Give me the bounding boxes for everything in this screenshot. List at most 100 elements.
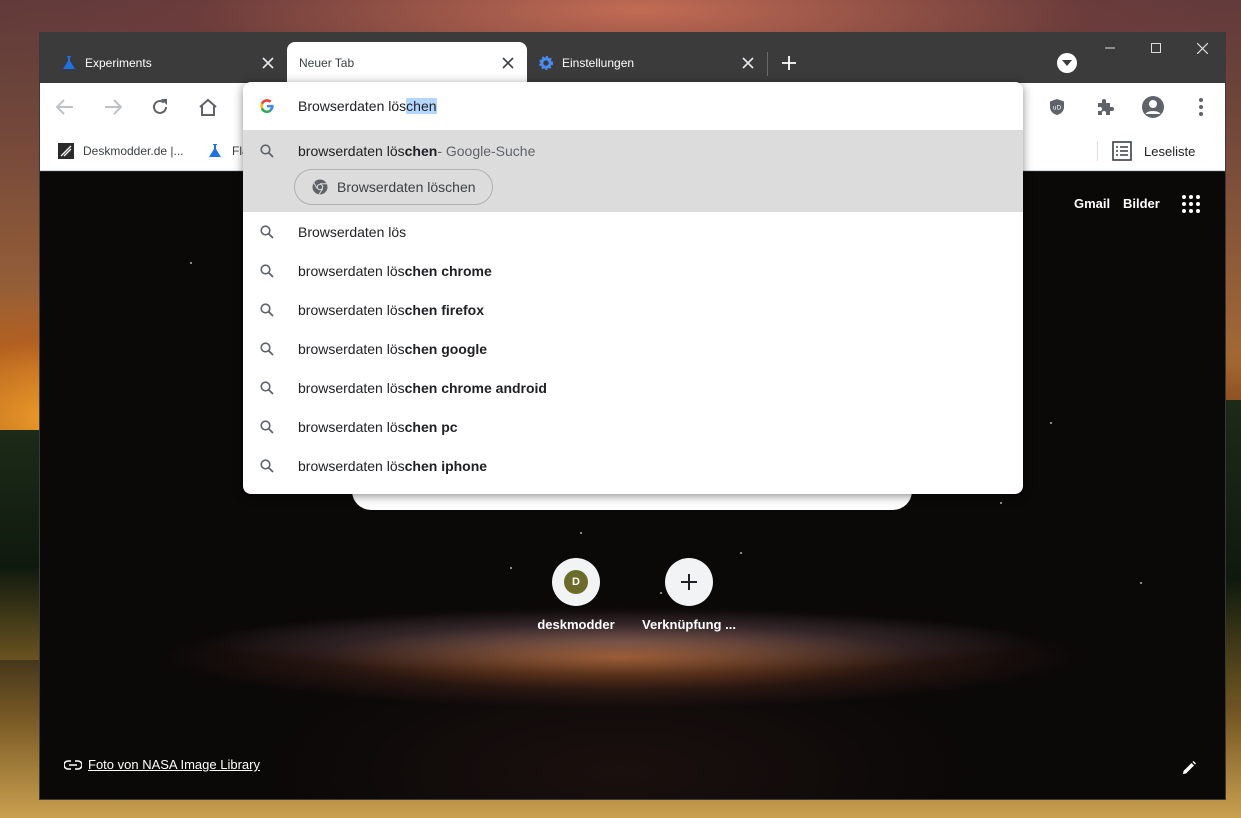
more-vert-icon <box>1199 98 1203 116</box>
plus-icon <box>665 558 713 606</box>
typed-text: Browserdaten lös <box>298 98 407 114</box>
chevron-down-icon <box>1062 60 1072 66</box>
suggestion-text: Browserdaten lös <box>298 223 407 240</box>
suggestion-text: browserdaten lös <box>298 301 405 318</box>
apps-grid-icon <box>1182 195 1200 213</box>
omnibox-input[interactable]: Browserdaten löschen <box>243 82 1023 130</box>
tab-strip: Experiments Neuer Tab Einstellungen <box>40 33 1225 83</box>
shortcut-icon: D <box>552 558 600 606</box>
account-icon <box>1142 96 1164 118</box>
deskmodder-icon <box>58 143 74 159</box>
maximize-button[interactable] <box>1141 39 1171 57</box>
search-icon <box>259 341 275 357</box>
suggestion-text: browserdaten lös <box>298 262 405 279</box>
tab-search-button[interactable] <box>1057 53 1077 73</box>
google-apps-button[interactable] <box>1181 194 1201 214</box>
suggestion-row[interactable]: browserdaten lös chen pc <box>243 407 1023 446</box>
arrow-right-icon <box>105 99 122 115</box>
search-icon <box>259 263 275 279</box>
link-icon <box>64 759 82 770</box>
bookmark-label: Deskmodder.de |... <box>83 144 184 158</box>
images-link[interactable]: Bilder <box>1123 196 1160 211</box>
forward-button[interactable] <box>101 95 125 119</box>
svg-text:uD: uD <box>1053 105 1062 112</box>
suggestion-row[interactable]: browserdaten lös chen google <box>243 329 1023 368</box>
tab-new-tab[interactable]: Neuer Tab <box>287 42 527 83</box>
back-button[interactable] <box>53 95 77 119</box>
minimize-button[interactable] <box>1095 39 1125 57</box>
suggestion-row[interactable]: Browserdaten lös <box>243 212 1023 251</box>
search-icon <box>259 143 275 159</box>
background-trees-left <box>0 430 40 660</box>
tab-title: Experiments <box>85 55 152 70</box>
suggestion-row[interactable]: browserdaten lös chen iphone <box>243 446 1023 485</box>
autocomplete-selection: chen <box>406 98 437 114</box>
star <box>1050 422 1052 424</box>
omnibox-text: Browserdaten löschen <box>298 98 437 114</box>
tab-settings[interactable]: Einstellungen <box>527 42 767 83</box>
background-attribution: Foto von NASA Image Library <box>64 757 260 772</box>
suggestion-text: browserdaten lös <box>298 340 405 357</box>
reload-icon <box>153 99 167 114</box>
suggestion-row[interactable]: browserdaten lös chen firefox <box>243 290 1023 329</box>
suggestion-bold: chen iphone <box>404 457 488 474</box>
attribution-link[interactable]: Foto von NASA Image Library <box>88 757 260 772</box>
extensions-button[interactable] <box>1093 95 1117 119</box>
action-chip-label: Browserdaten löschen <box>337 179 476 195</box>
suggestion-row[interactable]: browserdaten lös chen chrome <box>243 251 1023 290</box>
tab-experiments[interactable]: Experiments <box>40 42 287 83</box>
flask-icon <box>207 143 223 159</box>
profile-button[interactable] <box>1141 95 1165 119</box>
tab-title: Neuer Tab <box>299 55 355 70</box>
search-icon <box>259 380 275 396</box>
star <box>1000 502 1002 504</box>
suggestion-text: browserdaten lös <box>298 142 405 159</box>
browser-window: Experiments Neuer Tab Einstellungen uD D… <box>39 32 1226 800</box>
customize-button[interactable] <box>1182 761 1198 777</box>
gear-icon <box>539 55 553 70</box>
suggestion-bold: chen google <box>404 340 488 357</box>
suggestion-source: - Google-Suche <box>437 142 536 159</box>
ublock-extension-button[interactable]: uD <box>1045 95 1069 119</box>
window-close-button[interactable] <box>1187 39 1217 57</box>
search-icon <box>259 302 275 318</box>
close-icon[interactable] <box>259 54 277 72</box>
menu-button[interactable] <box>1189 95 1213 119</box>
arrow-left-icon <box>56 99 73 115</box>
suggestion-row[interactable]: browserdaten lös chen chrome android <box>243 368 1023 407</box>
star <box>510 567 512 569</box>
close-icon[interactable] <box>739 54 757 72</box>
suggestion-bold: chen pc <box>404 418 458 435</box>
omnibox-popup: Browserdaten löschen browserdaten lös che… <box>243 82 1023 494</box>
search-icon <box>259 419 275 435</box>
suggestion-bold: chen <box>404 142 438 159</box>
star <box>190 262 192 264</box>
close-icon[interactable] <box>499 54 517 72</box>
new-tab-button[interactable] <box>778 52 800 74</box>
pencil-icon <box>1183 761 1196 774</box>
home-icon <box>199 98 217 116</box>
suggestion-text: browserdaten lös <box>298 418 405 435</box>
shortcut-tile-deskmodder[interactable]: D deskmodder <box>516 558 636 632</box>
tab-separator <box>767 52 768 76</box>
suggestion-text: browserdaten lös <box>298 457 405 474</box>
shortcut-tile-add[interactable]: Verknüpfung ... <box>629 558 749 632</box>
chrome-icon <box>312 179 328 195</box>
suggestion-bold: chen firefox <box>404 301 484 318</box>
home-button[interactable] <box>196 95 220 119</box>
star <box>740 552 742 554</box>
reading-list-button[interactable]: Leseliste <box>1112 137 1195 165</box>
reload-button[interactable] <box>148 95 172 119</box>
tab-title: Einstellungen <box>562 55 635 70</box>
star <box>580 532 582 534</box>
suggestion-bold: chen chrome <box>404 262 492 279</box>
reading-list-icon <box>1112 141 1132 161</box>
shortcut-label: deskmodder <box>537 617 615 632</box>
bookmark-deskmodder[interactable]: Deskmodder.de |... <box>58 141 184 161</box>
clear-browsing-data-action-button[interactable]: Browserdaten löschen <box>294 169 493 205</box>
divider <box>1097 141 1098 161</box>
suggestion-bold: chen chrome android <box>404 379 547 396</box>
suggestion-row[interactable]: browserdaten lös chen - Google-Suche <box>243 131 1023 170</box>
search-icon <box>259 458 275 474</box>
gmail-link[interactable]: Gmail <box>1074 196 1110 211</box>
